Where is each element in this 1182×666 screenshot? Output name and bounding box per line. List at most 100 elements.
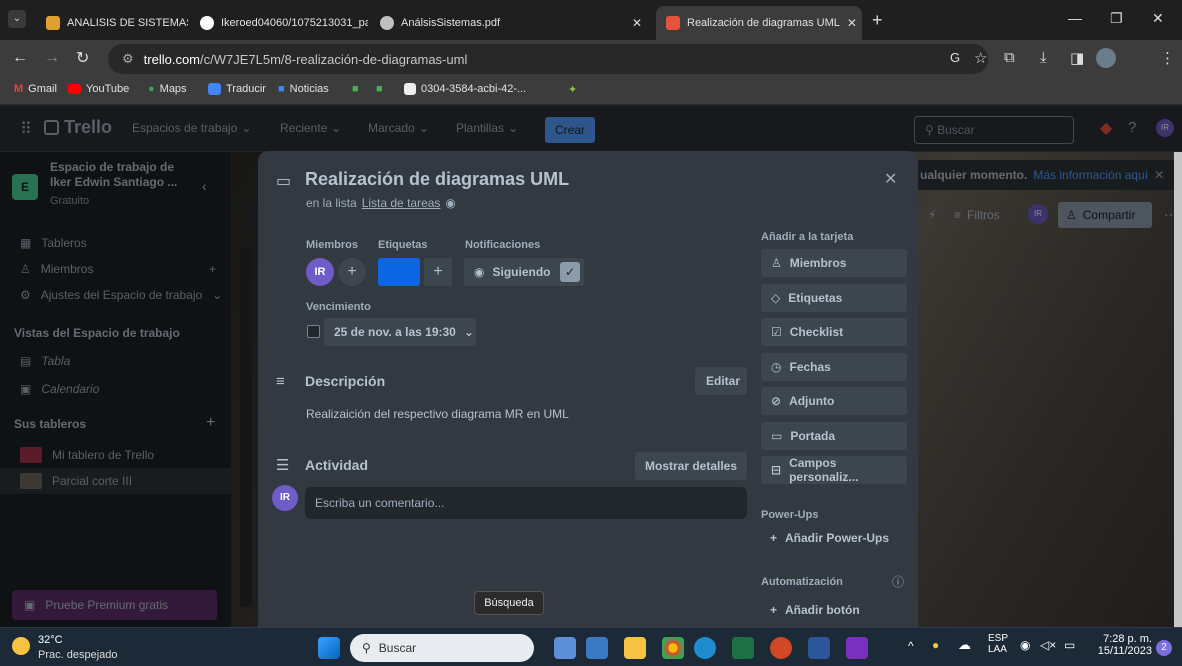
bookmarks-bar: M Gmail YouTube ● Maps Traducir ■ Noticias … — [0, 78, 1182, 105]
add-button-button[interactable]: + Añadir botón — [770, 603, 860, 617]
close-tab-icon[interactable]: ✕ — [632, 16, 642, 30]
due-complete-checkbox[interactable] — [307, 325, 320, 338]
card-title[interactable]: Realización de diagramas UML — [305, 169, 569, 190]
windows-start-icon[interactable] — [318, 637, 340, 659]
bookmark-star-icon[interactable]: ☆ — [974, 49, 987, 67]
add-powerups-button[interactable]: + Añadir Power-Ups — [770, 531, 889, 545]
description-text[interactable]: Realizaición del respectivo diagrama MR … — [306, 407, 569, 421]
add-to-card-title: Añadir a la tarjeta — [761, 231, 854, 243]
taskbar-search[interactable]: ⚲ Buscar — [350, 634, 534, 662]
card-detail-modal: ▭ Realización de diagramas UML en la lis… — [258, 151, 918, 627]
tag-icon: ◇ — [771, 291, 781, 305]
activity-icon: ☰ — [276, 457, 290, 474]
app-icon: ■ — [352, 83, 359, 95]
sidebar-attachment-button[interactable]: ⊘ Adjunto — [761, 387, 907, 415]
comment-input[interactable]: Escriba un comentario... — [305, 487, 747, 519]
bookmark-gmail[interactable]: M Gmail — [14, 83, 57, 95]
language-indicator[interactable]: ESP LAA — [988, 633, 1008, 655]
show-details-button[interactable]: Mostrar detalles — [635, 452, 747, 480]
sidebar-labels-button[interactable]: ◇ Etiquetas — [761, 284, 907, 312]
following-toggle[interactable]: ◉ Siguiendo ✓ — [464, 258, 584, 286]
plus-icon: + — [770, 603, 778, 617]
bookmark-extra-3[interactable]: ✦ — [568, 83, 577, 96]
volume-icon[interactable]: ◁× — [1040, 638, 1056, 652]
word-icon[interactable] — [808, 637, 830, 659]
activity-title: Actividad — [305, 457, 369, 473]
comment-avatar: IR — [272, 485, 298, 511]
browser-tab[interactable]: ANALISIS DE SISTEMAS [G1]-82 ✕ — [36, 6, 188, 40]
bookmark-extra-1[interactable]: ■ — [352, 83, 359, 95]
app-icon[interactable] — [694, 637, 716, 659]
back-icon[interactable]: ← — [12, 49, 28, 67]
members-label: Miembros — [306, 239, 358, 251]
notifications-label: Notificaciones — [465, 239, 541, 251]
sidebar-custom-fields-button[interactable]: ⊟ Campos personaliz... — [761, 456, 907, 484]
list-link[interactable]: Lista de tareas — [362, 196, 441, 210]
sidebar-cover-button[interactable]: ▭ Portada — [761, 422, 907, 450]
search-icon: ⚲ — [362, 641, 371, 655]
due-date-button[interactable]: 25 de nov. a las 19:30 ⌄ — [324, 318, 476, 346]
tray-app-icon[interactable]: ● — [932, 638, 939, 652]
clock[interactable]: 7:28 p. m. 15/11/2023 — [1096, 633, 1152, 657]
sidebar-members-button[interactable]: ♙ Miembros — [761, 249, 907, 277]
download-icon[interactable]: ⤓ — [1040, 49, 1047, 66]
file-explorer-icon[interactable] — [624, 637, 646, 659]
close-modal-icon[interactable]: ✕ — [884, 169, 897, 189]
browser-tab[interactable]: AnálsisSistemas.pdf ✕ — [370, 6, 652, 40]
sidebar-checklist-button[interactable]: ☑ Checklist — [761, 318, 907, 346]
minimize-icon[interactable]: — — [1068, 10, 1082, 26]
tray-drive-icon[interactable]: ☁ — [958, 637, 971, 653]
browser-tab-active[interactable]: Realización de diagramas UML ✕ — [656, 6, 862, 40]
weather-text[interactable]: Prac. despejado — [38, 649, 118, 661]
menu-icon[interactable]: ⋮ — [1160, 49, 1175, 67]
member-avatar[interactable]: IR — [306, 258, 334, 286]
bookmark-document[interactable]: 0304-3584-acbi-42-... — [404, 83, 526, 95]
card-list-info: en la lista Lista de tareas ◉ — [306, 196, 456, 210]
due-label: Vencimiento — [306, 301, 371, 313]
bookmark-youtube[interactable]: YouTube — [68, 83, 129, 95]
document-icon — [404, 83, 416, 95]
bookmark-maps[interactable]: ● Maps — [148, 83, 187, 95]
sidebar-dates-button[interactable]: ◷ Fechas — [761, 353, 907, 381]
info-icon[interactable]: ⓘ — [892, 573, 904, 590]
browser-tab[interactable]: Ikeroed04060/1075213031_par ✕ — [190, 6, 368, 40]
notification-badge[interactable]: 2 — [1156, 640, 1172, 656]
close-tab-icon[interactable]: ✕ — [847, 16, 857, 30]
add-member-button[interactable]: + — [338, 258, 366, 286]
chrome-icon[interactable] — [662, 637, 684, 659]
gallery-app-icon[interactable] — [554, 637, 576, 659]
new-tab-icon[interactable]: + — [872, 10, 883, 31]
moodle-icon — [46, 16, 60, 30]
reload-icon[interactable]: ↻ — [76, 48, 89, 68]
card-label-blue[interactable] — [378, 258, 420, 286]
close-window-icon[interactable]: ✕ — [1152, 10, 1164, 27]
battery-icon[interactable]: ▭ — [1064, 638, 1075, 652]
photos-app-icon[interactable] — [586, 637, 608, 659]
app-icon: ✦ — [568, 84, 578, 96]
excel-icon[interactable] — [732, 637, 754, 659]
url-input[interactable]: ⚙ trello.com/c/W7JE7L5m/8-realización-de… — [108, 44, 988, 74]
forward-icon[interactable]: → — [44, 49, 60, 67]
page-scrollbar[interactable] — [1174, 152, 1182, 627]
bookmark-noticias[interactable]: ■ Noticias — [278, 83, 329, 95]
tab-search-button[interactable]: ⌄ — [8, 10, 26, 28]
bookmark-traducir[interactable]: Traducir — [208, 83, 266, 95]
address-bar-row: ← → ↻ ⚙ trello.com/c/W7JE7L5m/8-realizac… — [0, 40, 1182, 78]
add-label-button[interactable]: + — [424, 258, 452, 286]
site-info-icon[interactable]: ⚙ — [122, 51, 134, 67]
app-icon[interactable] — [846, 637, 868, 659]
wifi-icon[interactable]: ◉ — [1020, 638, 1030, 652]
profile-avatar[interactable] — [1096, 48, 1116, 68]
edit-description-button[interactable]: Editar — [695, 367, 747, 395]
restore-icon[interactable]: ❐ — [1110, 10, 1123, 27]
gmail-icon: M — [14, 83, 24, 95]
google-icon[interactable]: G — [950, 50, 960, 65]
tray-expand-icon[interactable]: ^ — [908, 639, 914, 653]
sidepanel-icon[interactable]: ◨ — [1070, 49, 1084, 67]
extensions-icon[interactable]: ⧉ — [1004, 49, 1015, 66]
automation-title: Automatización — [761, 576, 843, 588]
bookmark-extra-2[interactable]: ■ — [376, 83, 383, 95]
weather-temp[interactable]: 32°C — [38, 634, 63, 646]
powerpoint-icon[interactable] — [770, 637, 792, 659]
weather-sun-icon — [12, 637, 30, 655]
